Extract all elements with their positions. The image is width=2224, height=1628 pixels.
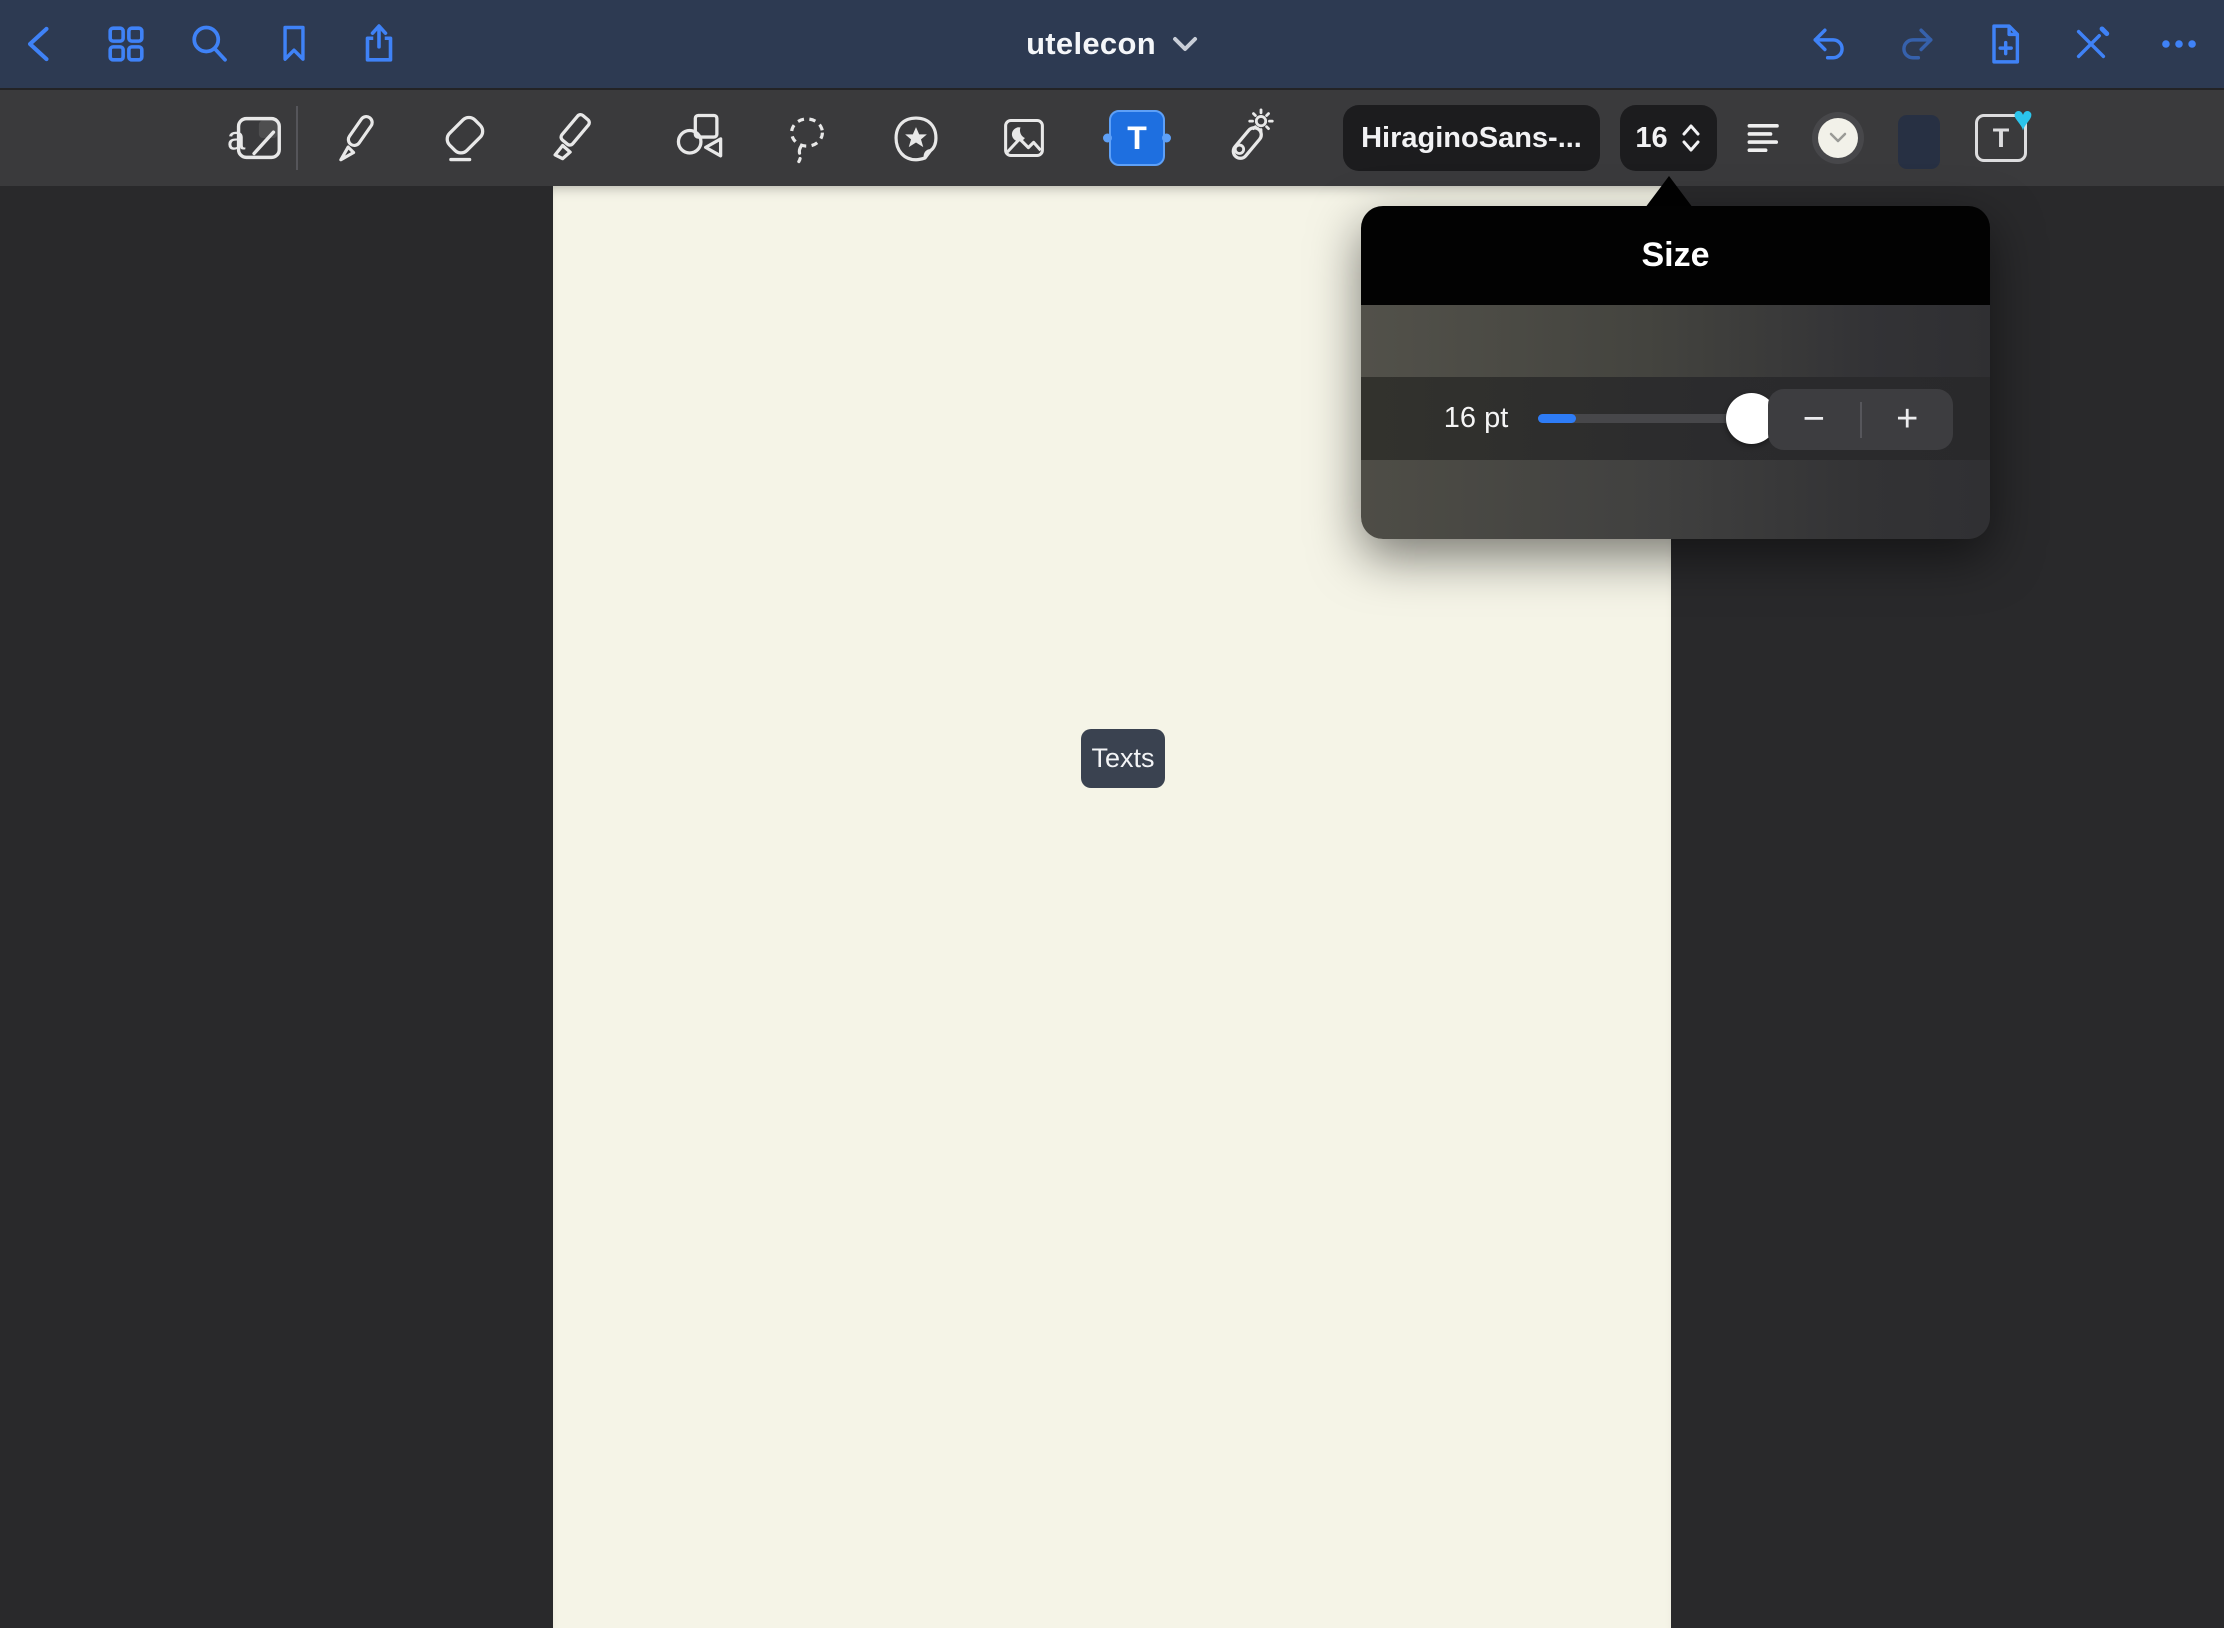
tool-image-button[interactable] bbox=[991, 105, 1057, 171]
redo-icon bbox=[1894, 22, 1940, 66]
share-icon bbox=[356, 20, 402, 68]
document-title: utelecon bbox=[1026, 26, 1156, 62]
scribble-letter: a bbox=[227, 120, 246, 157]
grid-icon bbox=[103, 21, 149, 67]
back-button[interactable] bbox=[12, 15, 70, 73]
pencil-cross-icon bbox=[2069, 22, 2113, 66]
text-object[interactable]: Texts bbox=[1081, 729, 1165, 788]
app-screen: utelecon bbox=[0, 0, 2224, 1628]
popover-title: Size bbox=[1641, 236, 1709, 275]
image-icon bbox=[995, 110, 1053, 166]
tool-scribble-button[interactable]: a bbox=[223, 105, 289, 171]
shapes-icon bbox=[670, 108, 730, 168]
text-align-button[interactable] bbox=[1731, 105, 1797, 171]
selection-handle-left bbox=[1103, 134, 1112, 143]
add-page-icon bbox=[1983, 19, 2027, 69]
tool-text-button[interactable]: T bbox=[1104, 105, 1170, 171]
redo-button[interactable] bbox=[1888, 15, 1946, 73]
size-slider[interactable] bbox=[1538, 377, 1736, 460]
eraser-icon bbox=[434, 108, 494, 168]
popover-arrow bbox=[1645, 176, 1693, 208]
size-popover: Size 16 pt − + bbox=[1361, 206, 1990, 539]
text-style-icon: T ♥ bbox=[1973, 110, 2029, 166]
undo-button[interactable] bbox=[1800, 15, 1858, 73]
size-value-label: 16 pt bbox=[1421, 377, 1531, 460]
ellipsis-icon bbox=[2156, 22, 2202, 66]
lasso-icon bbox=[778, 108, 836, 168]
tool-bar: a bbox=[0, 88, 2224, 186]
add-page-button[interactable] bbox=[1976, 15, 2034, 73]
background-color-swatch[interactable] bbox=[1898, 115, 1940, 169]
chevron-down-icon bbox=[1172, 36, 1198, 52]
sticker-star-icon bbox=[887, 109, 945, 167]
size-decrease-button[interactable]: − bbox=[1768, 389, 1860, 450]
align-left-icon bbox=[1738, 112, 1790, 164]
tool-lasso-button[interactable] bbox=[774, 105, 840, 171]
popover-spacer-bottom bbox=[1361, 460, 1990, 539]
laser-pointer-icon bbox=[1216, 108, 1276, 168]
chevron-left-icon bbox=[19, 22, 63, 66]
tool-shapes-button[interactable] bbox=[667, 105, 733, 171]
font-size-button[interactable]: 16 bbox=[1620, 105, 1717, 171]
size-increase-button[interactable]: + bbox=[1862, 389, 1954, 450]
more-button[interactable] bbox=[2150, 15, 2208, 73]
text-color-swatch bbox=[1818, 118, 1858, 158]
bookmark-icon bbox=[272, 21, 316, 67]
pen-icon bbox=[330, 109, 388, 167]
text-style-button[interactable]: T ♥ bbox=[1968, 105, 2034, 171]
popover-spacer-top bbox=[1361, 305, 1990, 377]
highlighter-icon bbox=[542, 108, 602, 168]
scribble-icon: a bbox=[225, 110, 287, 166]
tool-pen-button[interactable] bbox=[326, 105, 392, 171]
share-button[interactable] bbox=[350, 15, 408, 73]
chevron-down-icon bbox=[1828, 132, 1848, 144]
document-title-button[interactable]: utelecon bbox=[1026, 26, 1198, 62]
font-size-label: 16 bbox=[1635, 122, 1667, 155]
heart-icon: ♥ bbox=[2013, 102, 2033, 136]
text-color-button[interactable] bbox=[1812, 112, 1864, 164]
stop-editing-button[interactable] bbox=[2062, 15, 2120, 73]
t-letter: T bbox=[1993, 123, 2010, 154]
slider-fill bbox=[1538, 414, 1576, 423]
bookmark-button[interactable] bbox=[265, 15, 323, 73]
size-control-row: 16 pt − + bbox=[1361, 377, 1990, 460]
search-icon bbox=[186, 20, 234, 68]
tool-eraser-button[interactable] bbox=[431, 105, 497, 171]
undo-icon bbox=[1806, 22, 1852, 66]
tool-stickers-button[interactable] bbox=[883, 105, 949, 171]
text-tool-letter: T bbox=[1127, 120, 1147, 157]
font-family-label: HiraginoSans-... bbox=[1361, 122, 1582, 155]
tool-highlighter-button[interactable] bbox=[539, 105, 605, 171]
text-object-label: Texts bbox=[1091, 743, 1154, 774]
search-button[interactable] bbox=[181, 15, 239, 73]
pages-overview-button[interactable] bbox=[97, 15, 155, 73]
text-tool-selected-box: T bbox=[1109, 110, 1165, 166]
top-navigation-bar: utelecon bbox=[0, 0, 2224, 88]
selection-handle-right bbox=[1162, 134, 1171, 143]
tool-laser-button[interactable] bbox=[1213, 105, 1279, 171]
chevron-up-down-icon bbox=[1680, 123, 1702, 153]
popover-header: Size bbox=[1361, 206, 1990, 305]
toolbar-divider bbox=[296, 106, 298, 170]
size-stepper: − + bbox=[1768, 389, 1953, 450]
font-family-button[interactable]: HiraginoSans-... bbox=[1343, 105, 1600, 171]
